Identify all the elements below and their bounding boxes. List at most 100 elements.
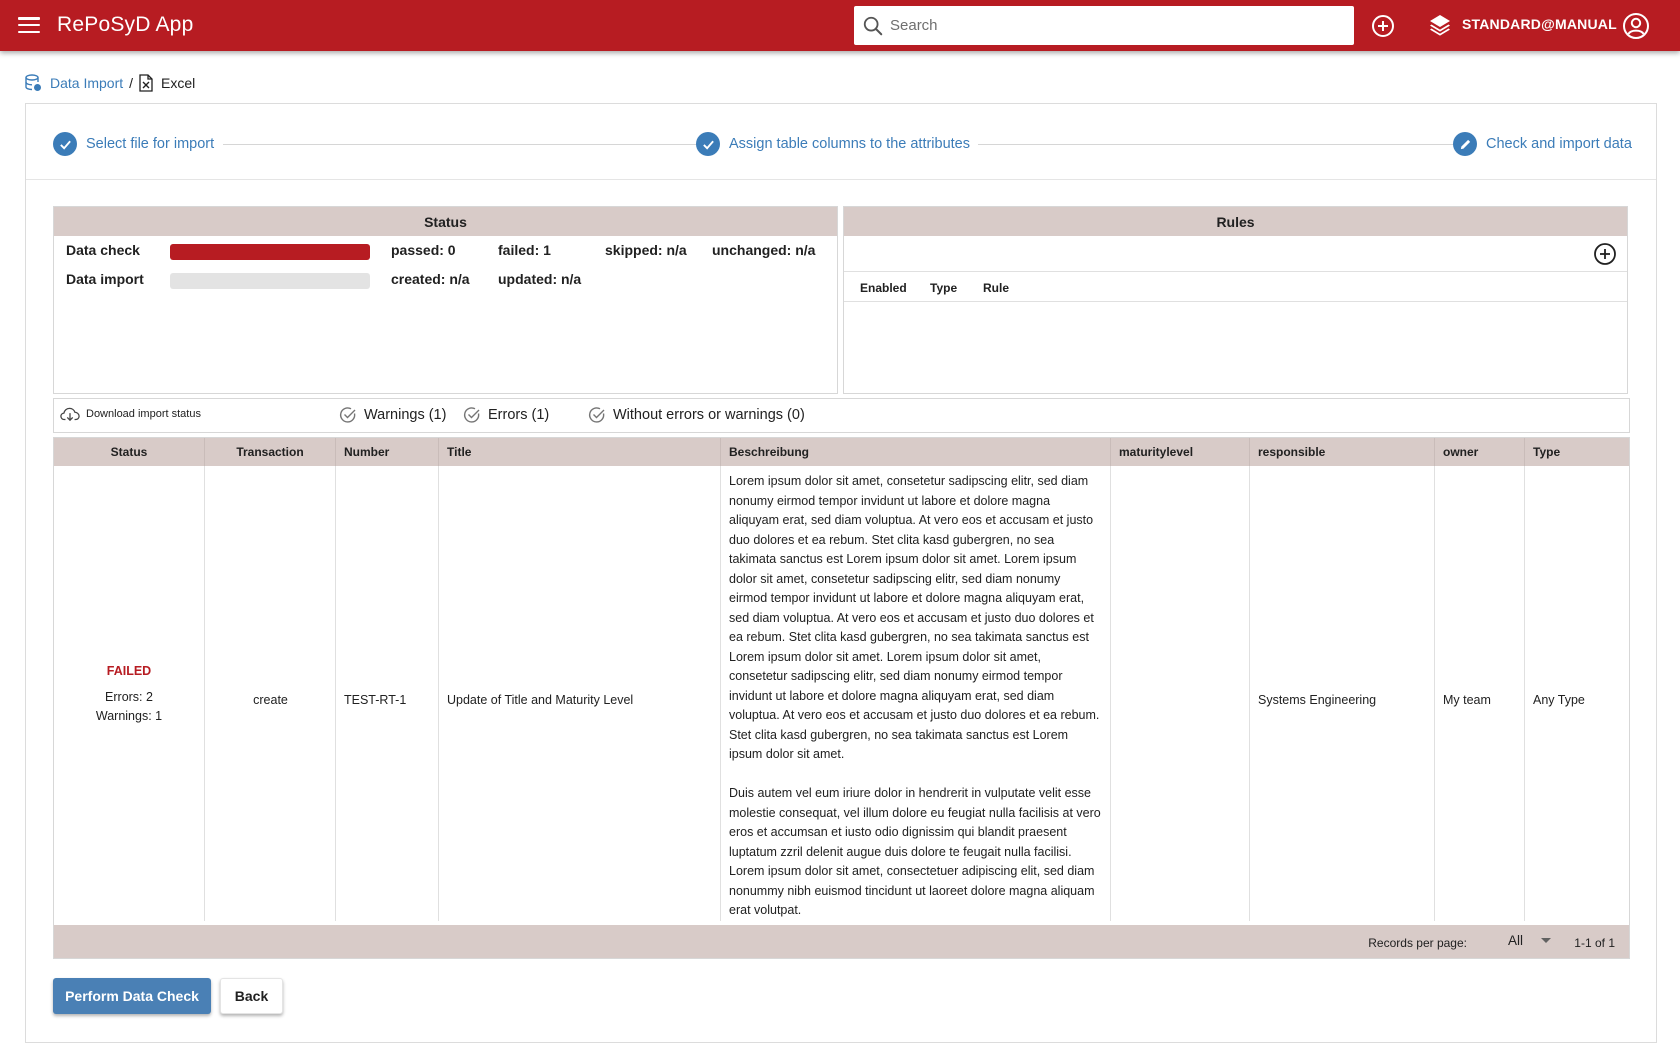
col-responsible[interactable]: responsible [1249, 438, 1434, 466]
menu-icon[interactable] [18, 14, 40, 36]
table-header-row: Status Transaction Number Title Beschrei… [54, 438, 1629, 466]
step-label: Assign table columns to the attributes [729, 136, 970, 152]
account-icon[interactable] [1622, 12, 1650, 40]
unchanged-count: unchanged: n/a [712, 242, 816, 258]
rules-toolbar [844, 236, 1627, 272]
data-import-row: Data import created: n/a updated: n/a [54, 269, 837, 289]
filter-without-label: Without errors or warnings (0) [613, 407, 805, 423]
app-title: RePoSyD App [57, 13, 194, 36]
warning-count: Warnings: 1 [95, 709, 163, 723]
step-check-import[interactable]: Check and import data [1453, 132, 1632, 156]
row-maturitylevel-cell [1110, 466, 1249, 921]
rules-col-rule[interactable]: Rule [983, 281, 1009, 295]
passed-count: passed: 0 [391, 242, 456, 258]
search-input[interactable] [890, 17, 1330, 34]
title-value: Update of Title and Maturity Level [447, 693, 634, 707]
table-footer: Records per page: All 1-1 of 1 [54, 925, 1629, 958]
layers-icon[interactable] [1428, 13, 1452, 37]
type-value: Any Type [1533, 693, 1585, 707]
col-type[interactable]: Type [1524, 438, 1629, 466]
step-assign-columns[interactable]: Assign table columns to the attributes [696, 132, 970, 156]
col-beschreibung[interactable]: Beschreibung [720, 438, 1110, 466]
description-paragraph: Duis autem vel eum iriure dolor in hendr… [729, 786, 1101, 917]
step-label: Select file for import [86, 136, 215, 152]
row-status-cell: FAILED Errors: 2 Warnings: 1 [54, 466, 204, 921]
import-data-table: Status Transaction Number Title Beschrei… [53, 437, 1630, 959]
step-select-file[interactable]: Select file for import [53, 132, 214, 156]
failed-count: failed: 1 [498, 242, 551, 258]
filter-without-errors[interactable]: Without errors or warnings (0) [588, 406, 805, 424]
records-per-page-label: Records per page: [1368, 936, 1467, 950]
filter-errors[interactable]: Errors (1) [463, 406, 549, 424]
breadcrumb-data-import-link[interactable]: Data Import [50, 75, 123, 91]
cloud-download-icon [60, 407, 80, 422]
row-transaction-cell: create [204, 466, 335, 921]
filter-errors-label: Errors (1) [488, 407, 550, 423]
description-paragraph: Lorem ipsum dolor sit amet, consetetur s… [729, 474, 1100, 761]
import-card: Select file for import Assign table colu… [25, 103, 1657, 1043]
step-connector [223, 144, 711, 145]
col-owner[interactable]: owner [1434, 438, 1524, 466]
check-circle-icon [463, 407, 480, 423]
breadcrumb-current: Excel [161, 75, 196, 91]
records-per-page-select[interactable]: All [1508, 933, 1551, 948]
transaction-value: create [253, 693, 288, 707]
row-description-cell: Lorem ipsum dolor sit amet, consetetur s… [720, 466, 1110, 921]
row-type-cell: Any Type [1524, 466, 1629, 921]
owner-value: My team [1443, 693, 1491, 707]
step-label: Check and import data [1486, 136, 1632, 152]
search-icon [863, 16, 883, 35]
row-owner-cell: My team [1434, 466, 1524, 921]
col-number[interactable]: Number [335, 438, 438, 466]
database-import-icon [25, 74, 41, 91]
rules-panel: Rules Enabled Type Rule [843, 206, 1628, 394]
import-stepper: Select file for import Assign table colu… [26, 104, 1656, 180]
col-status[interactable]: Status [54, 438, 204, 466]
search-box[interactable] [854, 6, 1354, 45]
check-circle-icon [588, 407, 605, 423]
pencil-icon [1453, 132, 1477, 156]
filter-warnings[interactable]: Warnings (1) [339, 406, 446, 424]
check-icon [696, 132, 720, 156]
download-status-label: Download import status [86, 408, 201, 420]
add-circle-icon[interactable] [1371, 14, 1395, 38]
data-check-row: Data check passed: 0 failed: 1 skipped: … [54, 240, 837, 260]
rules-panel-title: Rules [844, 207, 1627, 236]
row-responsible-cell: Systems Engineering [1249, 466, 1434, 921]
col-maturitylevel[interactable]: maturitylevel [1110, 438, 1249, 466]
status-badge: FAILED [106, 664, 152, 678]
row-number-cell: TEST-RT-1 [335, 466, 438, 921]
row-title-cell: Update of Title and Maturity Level [438, 466, 720, 921]
responsible-value: Systems Engineering [1258, 693, 1377, 707]
col-transaction[interactable]: Transaction [204, 438, 335, 466]
filter-bar: Download import status Warnings (1) Erro… [53, 398, 1630, 433]
rules-column-headers: Enabled Type Rule [844, 272, 1627, 302]
breadcrumb-separator: / [129, 75, 134, 91]
data-check-label: Data check [66, 242, 140, 258]
breadcrumb: Data Import / Excel [25, 74, 195, 92]
app-bar: RePoSyD App STANDARD@MANUAL [0, 0, 1680, 51]
pagination-range: 1-1 of 1 [1574, 936, 1615, 950]
rules-col-enabled[interactable]: Enabled [860, 281, 907, 295]
excel-file-icon [139, 74, 153, 92]
records-per-page-value: All [1507, 933, 1523, 948]
add-rule-icon[interactable] [1593, 242, 1617, 266]
error-count: Errors: 2 [105, 690, 153, 704]
created-count: created: n/a [391, 271, 470, 287]
updated-count: updated: n/a [498, 271, 582, 287]
data-import-progress [170, 273, 370, 289]
skipped-count: skipped: n/a [605, 242, 687, 258]
step-connector [978, 144, 1469, 145]
rules-col-type[interactable]: Type [930, 281, 957, 295]
back-button[interactable]: Back [220, 978, 283, 1014]
filter-warnings-label: Warnings (1) [364, 407, 447, 423]
data-import-label: Data import [66, 271, 144, 287]
download-status-button[interactable]: Download import status [60, 406, 201, 422]
perform-data-check-button[interactable]: Perform Data Check [53, 978, 211, 1014]
data-check-progress [170, 244, 370, 260]
check-circle-icon [339, 407, 356, 423]
number-value: TEST-RT-1 [344, 693, 407, 707]
col-title[interactable]: Title [438, 438, 720, 466]
status-panel: Status Data check passed: 0 failed: 1 sk… [53, 206, 838, 394]
workspace-selector[interactable]: STANDARD@MANUAL [1462, 16, 1617, 32]
